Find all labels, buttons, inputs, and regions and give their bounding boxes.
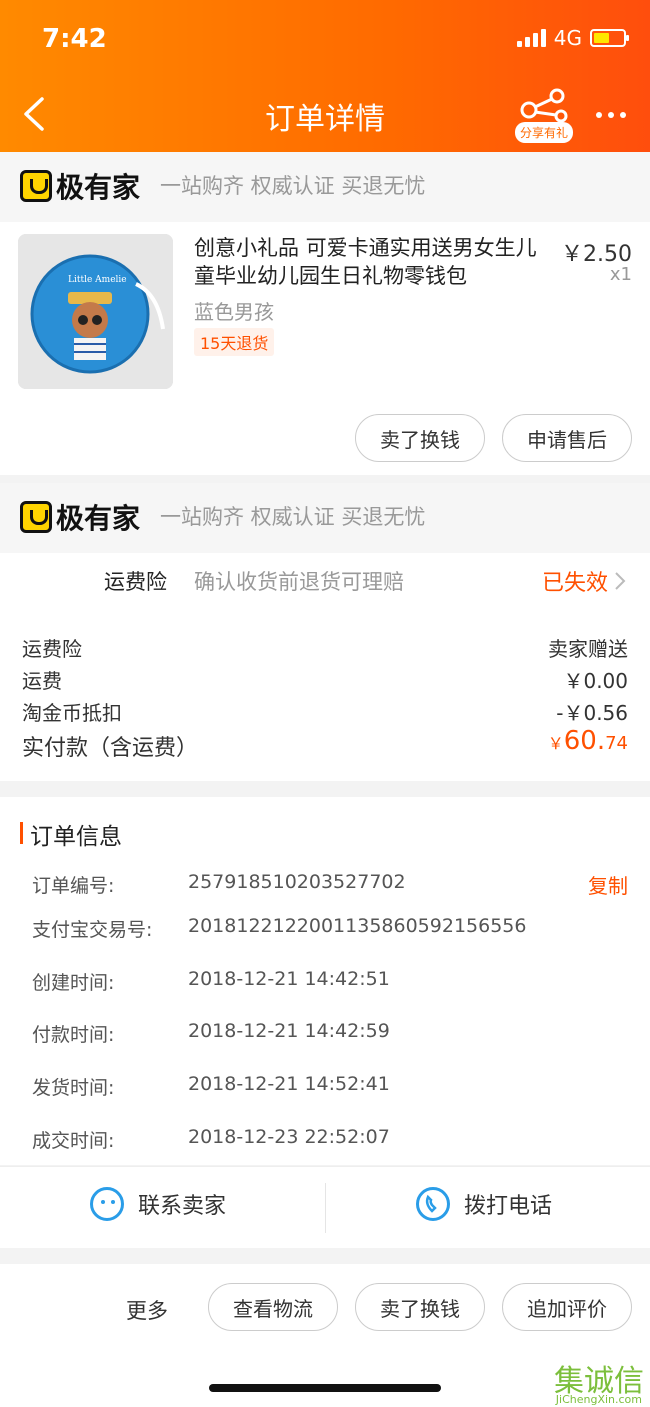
shop-name: 极有家 bbox=[56, 171, 141, 204]
more-button[interactable]: 更多 bbox=[126, 1295, 168, 1325]
total-dec: 74 bbox=[605, 733, 628, 754]
shop-bar-2[interactable]: 极有家 一站购齐 权威认证 买退无忧 bbox=[0, 483, 650, 553]
section-accent-bar bbox=[20, 822, 23, 844]
product-image-text: Little Amelie bbox=[68, 275, 127, 285]
created-time-label: 创建时间: bbox=[32, 972, 115, 994]
watermark-sub: JiChengXin.com bbox=[555, 1393, 642, 1406]
cost-label-0: 运费险 bbox=[22, 637, 82, 661]
paid-time-value: 2018-12-21 14:42:59 bbox=[188, 1020, 390, 1042]
product-sku: 蓝色男孩 bbox=[194, 300, 274, 324]
shop-slogan: 一站购齐 权威认证 买退无忧 bbox=[160, 174, 426, 198]
shipped-time-label: 发货时间: bbox=[32, 1077, 115, 1099]
add-review-button[interactable]: 追加评价 bbox=[502, 1283, 632, 1331]
contact-seller-button[interactable]: 联系卖家 bbox=[90, 1187, 226, 1221]
total-amount: ￥60.74 bbox=[548, 726, 628, 756]
shop-bar[interactable]: 极有家 一站购齐 权威认证 买退无忧 bbox=[0, 152, 650, 222]
order-info-title: 订单信息 bbox=[30, 824, 122, 850]
shipping-insurance-desc: 确认收货前退货可理赔 bbox=[194, 570, 404, 594]
completed-time-value: 2018-12-23 22:52:07 bbox=[188, 1126, 390, 1148]
order-number-label: 订单编号: bbox=[32, 875, 115, 897]
signal-icon bbox=[516, 29, 546, 47]
contact-seller-label: 联系卖家 bbox=[138, 1194, 227, 1219]
total-label: 实付款（含运费） bbox=[22, 736, 199, 761]
shipping-insurance-status[interactable]: 已失效 bbox=[542, 565, 626, 597]
battery-icon bbox=[590, 29, 629, 47]
alipay-number-label: 支付宝交易号: bbox=[32, 919, 153, 941]
cost-label-1: 运费 bbox=[22, 669, 62, 693]
share-icon bbox=[520, 88, 568, 122]
cost-value-2: -￥0.56 bbox=[556, 701, 628, 725]
shipping-insurance-status-text: 已失效 bbox=[541, 571, 608, 596]
shipping-insurance-label: 运费险 bbox=[104, 570, 167, 594]
created-time-value: 2018-12-21 14:42:51 bbox=[188, 968, 390, 990]
header: 7:42 4G 订单详情 分享有礼 bbox=[0, 0, 650, 152]
status-indicators: 4G bbox=[516, 26, 629, 50]
product-image[interactable]: Little Amelie bbox=[18, 234, 173, 389]
shop-slogan-2: 一站购齐 权威认证 买退无忧 bbox=[160, 505, 426, 529]
order-number-value: 257918510203527702 bbox=[188, 871, 406, 893]
shop-logo-icon-2 bbox=[20, 501, 52, 533]
return-tag: 15天退货 bbox=[194, 328, 275, 356]
view-logistics-button[interactable]: 查看物流 bbox=[208, 1283, 338, 1331]
product-title[interactable]: 创意小礼品 可爱卡通实用送男女生儿童毕业幼儿园生日礼物零钱包 bbox=[194, 234, 544, 290]
status-time: 7:42 bbox=[42, 24, 107, 54]
shop-logo: 极有家 bbox=[20, 166, 140, 206]
call-button[interactable]: 拨打电话 bbox=[416, 1187, 552, 1221]
chevron-right-icon bbox=[615, 572, 626, 590]
sell-button-bottom[interactable]: 卖了换钱 bbox=[355, 1283, 485, 1331]
completed-time-label: 成交时间: bbox=[32, 1130, 115, 1152]
shop-logo-icon bbox=[20, 170, 52, 202]
shop-name-2: 极有家 bbox=[56, 502, 141, 535]
paid-time-label: 付款时间: bbox=[32, 1024, 115, 1046]
shipped-time-value: 2018-12-21 14:52:41 bbox=[188, 1073, 390, 1095]
product-quantity: x1 bbox=[609, 264, 632, 285]
network-label: 4G bbox=[553, 26, 582, 50]
phone-icon bbox=[416, 1187, 450, 1221]
after-sale-button[interactable]: 申请售后 bbox=[502, 414, 632, 462]
total-currency: ￥ bbox=[547, 734, 564, 753]
divider bbox=[325, 1183, 326, 1233]
contact-bar: 联系卖家 拨打电话 bbox=[0, 1166, 650, 1248]
more-icon[interactable] bbox=[596, 112, 626, 118]
sell-button[interactable]: 卖了换钱 bbox=[355, 414, 485, 462]
cost-value-1: ￥0.00 bbox=[563, 669, 628, 693]
cost-label-2: 淘金币抵扣 bbox=[22, 701, 122, 725]
call-label: 拨打电话 bbox=[464, 1194, 553, 1219]
copy-button[interactable]: 复制 bbox=[588, 870, 628, 899]
home-indicator[interactable] bbox=[209, 1384, 441, 1392]
shop-logo-2: 极有家 bbox=[20, 497, 140, 537]
share-button[interactable]: 分享有礼 bbox=[515, 88, 575, 144]
chat-icon bbox=[90, 1187, 124, 1221]
total-int: 60. bbox=[563, 726, 606, 756]
share-badge: 分享有礼 bbox=[515, 122, 574, 143]
cost-value-0: 卖家赠送 bbox=[548, 637, 628, 661]
alipay-number-value: 2018122122001135860592156556 bbox=[188, 915, 527, 937]
